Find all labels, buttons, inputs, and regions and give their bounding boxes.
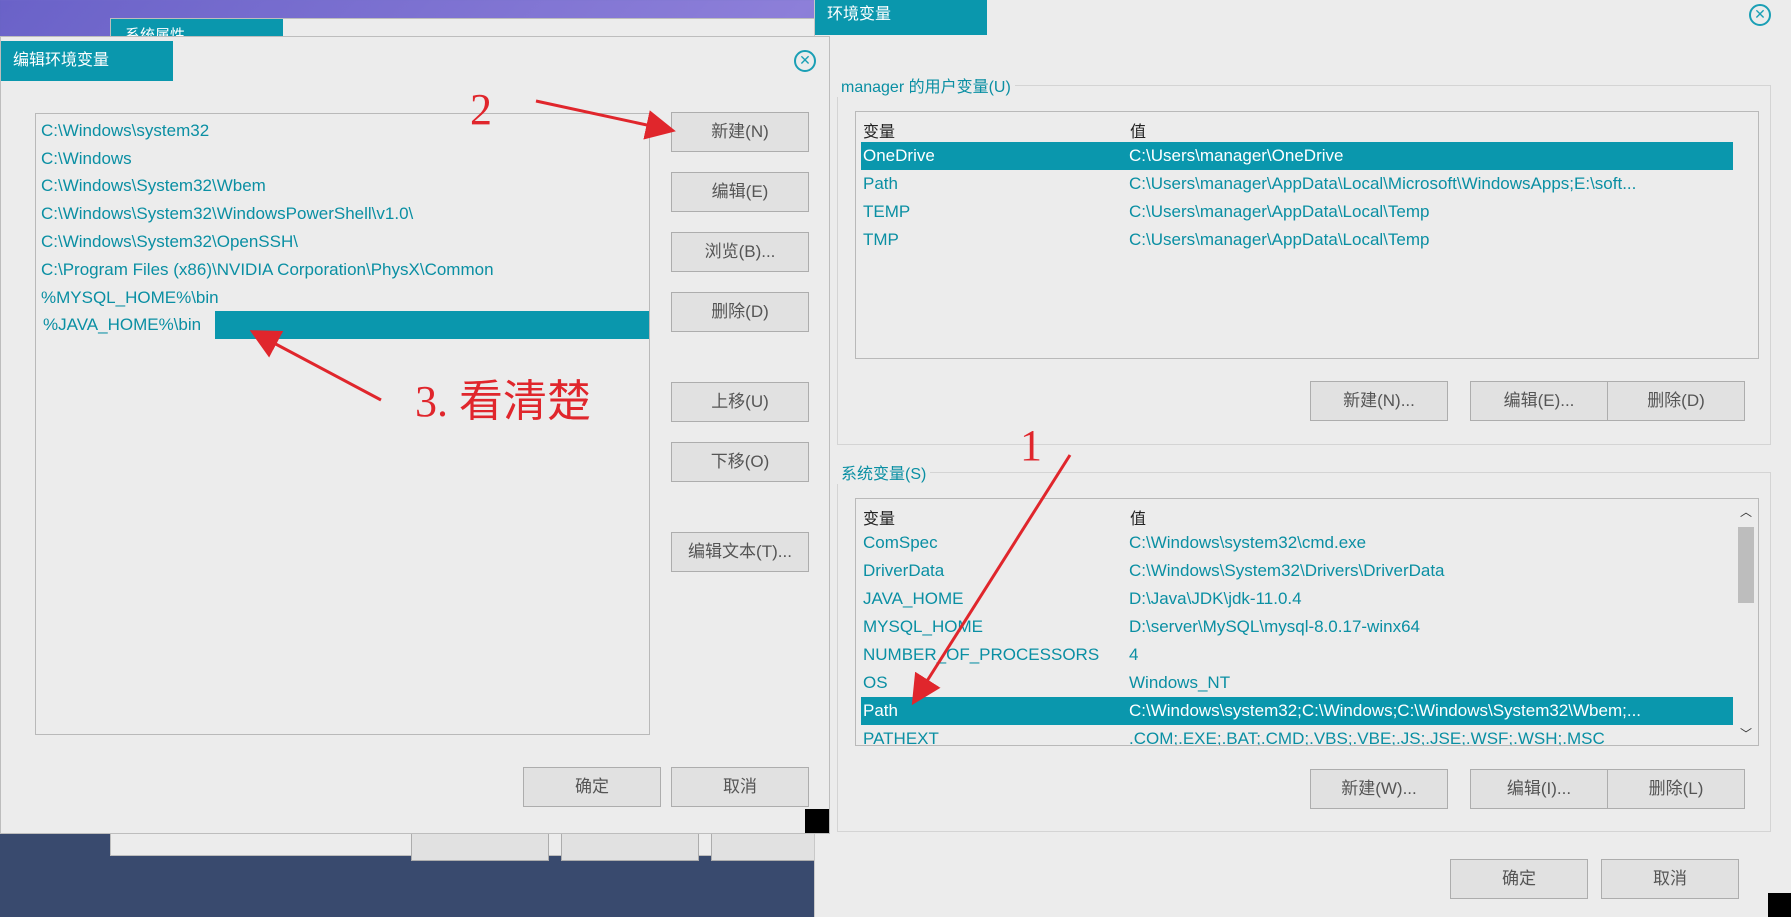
edit-cancel-button[interactable]: 取消 <box>671 767 809 807</box>
system-var-value: C:\Windows\system32;C:\Windows;C:\Window… <box>1129 701 1642 720</box>
user-var-row[interactable]: Path C:\Users\manager\AppData\Local\Micr… <box>861 170 1733 198</box>
env-resize-grip[interactable] <box>1768 893 1791 917</box>
system-variables-list[interactable]: 变量 值 ComSpec C:\Windows\system32\cmd.exe… <box>855 498 1759 746</box>
path-list-item[interactable]: C:\Windows\system32 <box>41 117 649 145</box>
system-var-value: C:\Windows\System32\Drivers\DriverData <box>1129 561 1445 580</box>
user-var-name: TMP <box>863 230 899 249</box>
user-var-row[interactable]: TMP C:\Users\manager\AppData\Local\Temp <box>861 226 1733 254</box>
path-list-item[interactable]: %MYSQL_HOME%\bin <box>41 284 649 312</box>
system-var-row[interactable]: NUMBER_OF_PROCESSORS 4 <box>861 641 1733 669</box>
system-var-name: ComSpec <box>863 533 938 552</box>
user-var-name: TEMP <box>863 202 911 221</box>
system-var-name: Path <box>863 701 898 720</box>
user-var-row[interactable]: TEMP C:\Users\manager\AppData\Local\Temp <box>861 198 1733 226</box>
system-var-name: PATHEXT <box>863 729 939 746</box>
user-var-value: C:\Users\manager\AppData\Local\Microsoft… <box>1129 174 1637 193</box>
edit-move-down-button[interactable]: 下移(O) <box>671 442 809 482</box>
edit-move-up-button[interactable]: 上移(U) <box>671 382 809 422</box>
path-list-item[interactable]: C:\Windows <box>41 145 649 173</box>
path-list-item-editing[interactable]: %JAVA_HOME%\bin <box>41 311 649 339</box>
system-var-row-path-selected[interactable]: Path C:\Windows\system32;C:\Windows;C:\W… <box>861 697 1733 725</box>
user-variables-list[interactable]: 变量 值 OneDrive C:\Users\manager\OneDrive … <box>855 111 1759 359</box>
system-new-button[interactable]: 新建(W)... <box>1310 769 1448 809</box>
edit-close-icon[interactable]: ✕ <box>794 50 816 72</box>
system-var-value: Windows_NT <box>1129 673 1231 692</box>
edit-resize-grip[interactable] <box>805 809 829 833</box>
environment-variables-window: 环境变量 ✕ manager 的用户变量(U) 变量 值 OneDrive C:… <box>814 0 1791 917</box>
system-var-row[interactable]: ComSpec C:\Windows\system32\cmd.exe <box>861 529 1733 557</box>
system-header-var[interactable]: 变量 <box>863 505 895 529</box>
user-delete-button[interactable]: 删除(D) <box>1607 381 1745 421</box>
system-var-value: 4 <box>1129 645 1139 664</box>
path-list-item[interactable]: C:\Windows\System32\Wbem <box>41 172 649 200</box>
system-var-row[interactable]: JAVA_HOME D:\Java\JDK\jdk-11.0.4 <box>861 585 1733 613</box>
system-edit-button[interactable]: 编辑(I)... <box>1470 769 1608 809</box>
user-var-name: OneDrive <box>863 146 935 165</box>
scroll-thumb[interactable] <box>1738 527 1754 603</box>
env-window-title: 环境变量 <box>815 0 987 35</box>
system-var-value: D:\Java\JDK\jdk-11.0.4 <box>1129 589 1302 608</box>
path-list-item[interactable]: C:\Program Files (x86)\NVIDIA Corporatio… <box>41 256 649 284</box>
user-var-value: C:\Users\manager\AppData\Local\Temp <box>1129 202 1430 221</box>
system-header-val[interactable]: 值 <box>1130 505 1146 529</box>
annotation-step-2: 2 <box>470 85 492 134</box>
edit-environment-variable-window: 编辑环境变量 ✕ C:\Windows\system32 C:\Windows … <box>0 36 830 834</box>
system-var-value: C:\Windows\system32\cmd.exe <box>1129 533 1367 552</box>
path-edit-input[interactable]: %JAVA_HOME%\bin <box>41 311 216 339</box>
user-var-value: C:\Users\manager\OneDrive <box>1129 146 1344 165</box>
edit-ok-button[interactable]: 确定 <box>523 767 661 807</box>
system-var-row[interactable]: MYSQL_HOME D:\server\MySQL\mysql-8.0.17-… <box>861 613 1733 641</box>
edit-new-button[interactable]: 新建(N) <box>671 112 809 152</box>
annotation-step-3: 3. 看清楚 <box>415 377 591 426</box>
scroll-up-icon[interactable]: ︿ <box>1734 503 1758 520</box>
env-cancel-button[interactable]: 取消 <box>1601 859 1739 899</box>
edit-window-title: 编辑环境变量 <box>1 41 173 81</box>
annotation-step-1: 1 <box>1020 421 1042 470</box>
system-var-name: DriverData <box>863 561 945 580</box>
user-edit-button[interactable]: 编辑(E)... <box>1470 381 1608 421</box>
system-variables-label: 系统变量(S) <box>837 460 931 484</box>
user-var-value: C:\Users\manager\AppData\Local\Temp <box>1129 230 1430 249</box>
system-var-value: D:\server\MySQL\mysql-8.0.17-winx64 <box>1129 617 1420 636</box>
path-list-item[interactable]: C:\Windows\System32\WindowsPowerShell\v1… <box>41 200 649 228</box>
system-var-row[interactable]: PATHEXT .COM;.EXE;.BAT;.CMD;.VBS;.VBE;.J… <box>861 725 1733 746</box>
user-new-button[interactable]: 新建(N)... <box>1310 381 1448 421</box>
env-ok-button[interactable]: 确定 <box>1450 859 1588 899</box>
system-var-name: NUMBER_OF_PROCESSORS <box>863 645 1100 664</box>
edit-browse-button[interactable]: 浏览(B)... <box>671 232 809 272</box>
user-header-var[interactable]: 变量 <box>863 118 895 142</box>
user-var-row[interactable]: OneDrive C:\Users\manager\OneDrive <box>861 142 1733 170</box>
system-var-row[interactable]: OS Windows_NT <box>861 669 1733 697</box>
system-list-header: 变量 值 <box>856 499 1758 529</box>
system-list-scrollbar[interactable]: ︿ ﹀ <box>1734 499 1758 745</box>
edit-delete-button[interactable]: 删除(D) <box>671 292 809 332</box>
path-list-item[interactable]: C:\Windows\System32\OpenSSH\ <box>41 228 649 256</box>
system-var-row[interactable]: DriverData C:\Windows\System32\Drivers\D… <box>861 557 1733 585</box>
scroll-down-icon[interactable]: ﹀ <box>1734 725 1758 742</box>
system-delete-button[interactable]: 删除(L) <box>1607 769 1745 809</box>
user-header-val[interactable]: 值 <box>1130 118 1146 142</box>
env-close-icon[interactable]: ✕ <box>1749 4 1771 26</box>
user-list-header: 变量 值 <box>856 112 1758 142</box>
system-var-name: JAVA_HOME <box>863 589 964 608</box>
system-var-name: MYSQL_HOME <box>863 617 983 636</box>
edit-edit-button[interactable]: 编辑(E) <box>671 172 809 212</box>
system-var-name: OS <box>863 673 888 692</box>
user-variables-label: manager 的用户变量(U) <box>837 73 1015 97</box>
user-var-name: Path <box>863 174 898 193</box>
system-var-value: .COM;.EXE;.BAT;.CMD;.VBS;.VBE;.JS;.JSE;.… <box>1129 729 1605 746</box>
edit-text-button[interactable]: 编辑文本(T)... <box>671 532 809 572</box>
